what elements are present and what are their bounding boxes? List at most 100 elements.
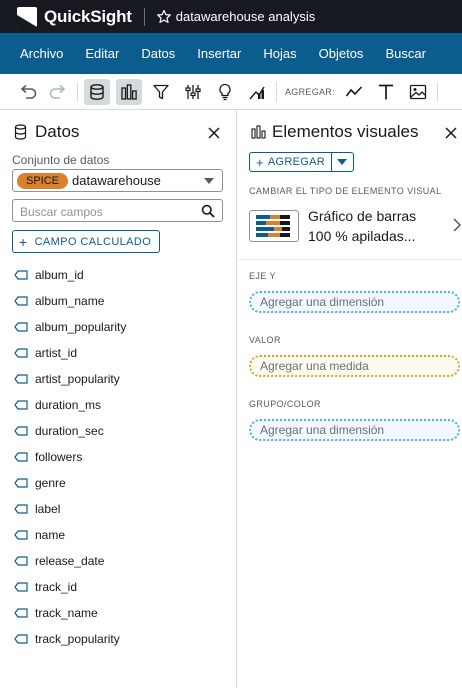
field-item[interactable]: album_id — [14, 262, 126, 288]
add-visual-dropdown[interactable] — [332, 152, 355, 172]
field-label: name — [35, 528, 66, 542]
chevron-down-icon — [204, 178, 214, 184]
value-label: VALOR — [249, 335, 281, 345]
dimension-icon — [14, 348, 28, 358]
field-list: album_id album_name album_popularity art… — [14, 262, 126, 652]
visuals-panel: Elementos visuales + AGREGAR CAMBIAR EL … — [238, 110, 462, 688]
plus-icon: + — [19, 233, 28, 250]
dimension-icon — [14, 478, 28, 488]
section-divider — [238, 259, 462, 260]
close-data-panel-icon[interactable] — [207, 126, 221, 140]
filter-icon[interactable] — [148, 79, 174, 105]
value-field-well[interactable]: Agregar una medida — [249, 355, 460, 377]
search-fields-input[interactable]: Buscar campos — [12, 199, 223, 222]
visual-type-selector[interactable]: Gráfico de barras 100 % apiladas... — [249, 206, 462, 250]
dataset-icon[interactable] — [84, 78, 110, 105]
value-placeholder: Agregar una medida — [260, 359, 369, 373]
calculated-field-label: CAMPO CALCULADO — [34, 235, 152, 248]
menu-hojas[interactable]: Hojas — [263, 46, 296, 61]
field-item[interactable]: album_name — [14, 288, 126, 314]
field-item[interactable]: artist_id — [14, 340, 126, 366]
field-item[interactable]: duration_ms — [14, 392, 126, 418]
dimension-icon — [14, 426, 28, 436]
dimension-icon — [14, 634, 28, 644]
menu-objetos[interactable]: Objetos — [319, 46, 364, 61]
toolbar-divider — [436, 81, 438, 102]
calculated-field-button[interactable]: + CAMPO CALCULADO — [12, 230, 161, 253]
image-icon[interactable] — [405, 79, 431, 105]
dataset-name: datawarehouse — [72, 173, 161, 188]
add-visual-label: AGREGAR — [267, 156, 326, 168]
field-label: label — [35, 502, 61, 516]
field-item[interactable]: duration_sec — [14, 418, 126, 444]
add-visual-main[interactable]: + AGREGAR — [249, 152, 333, 172]
undo-icon[interactable] — [15, 79, 41, 105]
visuals-icon[interactable] — [116, 78, 142, 105]
chevron-right-icon[interactable] — [452, 217, 462, 233]
field-item[interactable]: genre — [14, 470, 126, 496]
toolbar: AGREGAR: — [0, 74, 462, 110]
visuals-panel-header: Elementos visuales — [251, 122, 418, 142]
quicksight-logo-icon — [17, 6, 37, 27]
line-chart-icon[interactable] — [341, 79, 367, 105]
spice-badge: SPICE — [17, 172, 69, 189]
menu-insertar[interactable]: Insertar — [197, 46, 241, 61]
dimension-icon — [14, 608, 28, 618]
star-icon[interactable] — [156, 9, 172, 25]
app-name: QuickSight — [44, 6, 132, 26]
field-item[interactable]: track_name — [14, 600, 126, 626]
add-visual-button[interactable]: + AGREGAR — [249, 152, 355, 172]
visual-type-name: Gráfico de barras — [308, 208, 417, 224]
field-item[interactable]: release_date — [14, 548, 126, 574]
visual-type-subname: 100 % apiladas... — [308, 228, 416, 244]
title-bar: QuickSight datawarehouse analysis — [0, 0, 462, 33]
parameters-icon[interactable] — [180, 79, 206, 105]
group-color-field-well[interactable]: Agregar una dimensión — [249, 419, 460, 441]
field-label: artist_popularity — [35, 372, 120, 386]
field-item[interactable]: track_popularity — [14, 626, 126, 652]
field-item[interactable]: track_id — [14, 574, 126, 600]
dimension-icon — [14, 504, 28, 514]
plus-icon: + — [256, 154, 264, 170]
field-label: artist_id — [35, 346, 78, 360]
data-panel-header: Datos — [14, 122, 79, 142]
field-item[interactable]: artist_popularity — [14, 366, 126, 392]
dimension-icon — [14, 582, 28, 592]
menu-datos[interactable]: Datos — [141, 46, 175, 61]
stacked-bar-chart-icon — [249, 210, 299, 242]
toolbar-divider — [77, 81, 78, 102]
redo-icon[interactable] — [45, 79, 71, 105]
dimension-icon — [14, 530, 28, 540]
data-panel-title: Datos — [35, 122, 80, 141]
dimension-icon — [14, 296, 28, 306]
menu-editar[interactable]: Editar — [85, 46, 119, 61]
field-item[interactable]: name — [14, 522, 126, 548]
title-divider — [143, 7, 145, 26]
analysis-title[interactable]: datawarehouse analysis — [176, 9, 315, 24]
dataset-select[interactable]: SPICE datawarehouse — [12, 169, 223, 192]
y-axis-field-well[interactable]: Agregar una dimensión — [249, 291, 460, 313]
field-label: album_id — [35, 268, 84, 282]
themes-icon[interactable] — [244, 79, 270, 105]
y-axis-placeholder: Agregar una dimensión — [260, 295, 385, 309]
field-item[interactable]: album_popularity — [14, 314, 126, 340]
dataset-label: Conjunto de datos — [12, 153, 110, 167]
field-item[interactable]: label — [14, 496, 126, 522]
search-icon[interactable] — [201, 204, 215, 218]
dimension-icon — [14, 556, 28, 566]
text-icon[interactable] — [373, 79, 399, 105]
quicksight-logo[interactable]: QuickSight — [17, 6, 132, 27]
toolbar-add-label: AGREGAR: — [285, 86, 335, 97]
dimension-icon — [14, 400, 28, 410]
field-item[interactable]: followers — [14, 444, 126, 470]
menu-archivo[interactable]: Archivo — [20, 46, 63, 61]
dimension-icon — [14, 270, 28, 280]
menu-buscar[interactable]: Buscar — [385, 46, 425, 61]
search-placeholder: Buscar campos — [20, 205, 103, 219]
menu-bar: Archivo Editar Datos Insertar Hojas Obje… — [0, 33, 462, 74]
close-visuals-panel-icon[interactable] — [444, 126, 458, 140]
y-axis-label: EJE Y — [249, 271, 276, 281]
insights-icon[interactable] — [212, 79, 238, 105]
dimension-icon — [14, 452, 28, 462]
group-color-placeholder: Agregar una dimensión — [260, 423, 385, 437]
